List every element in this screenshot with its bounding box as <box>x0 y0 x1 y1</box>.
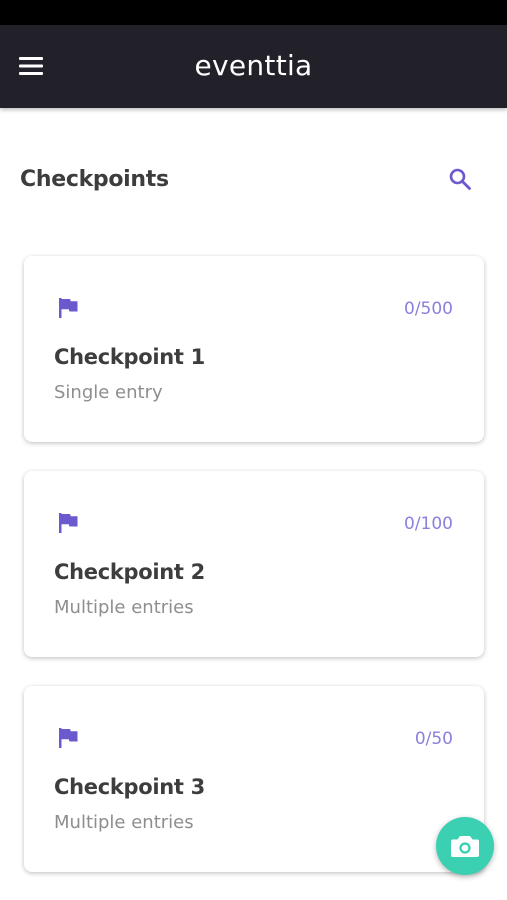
search-button[interactable] <box>441 160 479 198</box>
status-bar <box>0 0 507 25</box>
checkpoint-count: 0/50 <box>414 729 453 749</box>
checkpoint-name: Checkpoint 1 <box>54 345 205 369</box>
checkpoint-card-3[interactable]: 0/50 Checkpoint 3 Multiple entries <box>24 686 484 872</box>
checkpoint-card-1[interactable]: 0/500 Checkpoint 1 Single entry <box>24 256 484 442</box>
flag-icon <box>59 298 78 318</box>
camera-icon <box>451 836 479 857</box>
checkpoint-count: 0/100 <box>404 514 453 534</box>
checkpoint-count: 0/500 <box>404 299 453 319</box>
search-icon <box>449 168 471 190</box>
flag-icon <box>59 513 78 533</box>
app-logo: eventtia <box>194 49 313 82</box>
checkpoint-type: Multiple entries <box>54 812 194 833</box>
scan-camera-button[interactable] <box>436 817 494 875</box>
checkpoint-name: Checkpoint 3 <box>54 775 205 799</box>
section-header: Checkpoints <box>0 148 507 208</box>
checkpoint-name: Checkpoint 2 <box>54 560 205 584</box>
checkpoint-card-2[interactable]: 0/100 Checkpoint 2 Multiple entries <box>24 471 484 657</box>
checkpoint-type: Single entry <box>54 382 163 403</box>
app-bar: eventtia <box>0 25 507 108</box>
flag-icon <box>59 728 78 748</box>
checkpoint-type: Multiple entries <box>54 597 194 618</box>
page-title: Checkpoints <box>20 167 169 192</box>
